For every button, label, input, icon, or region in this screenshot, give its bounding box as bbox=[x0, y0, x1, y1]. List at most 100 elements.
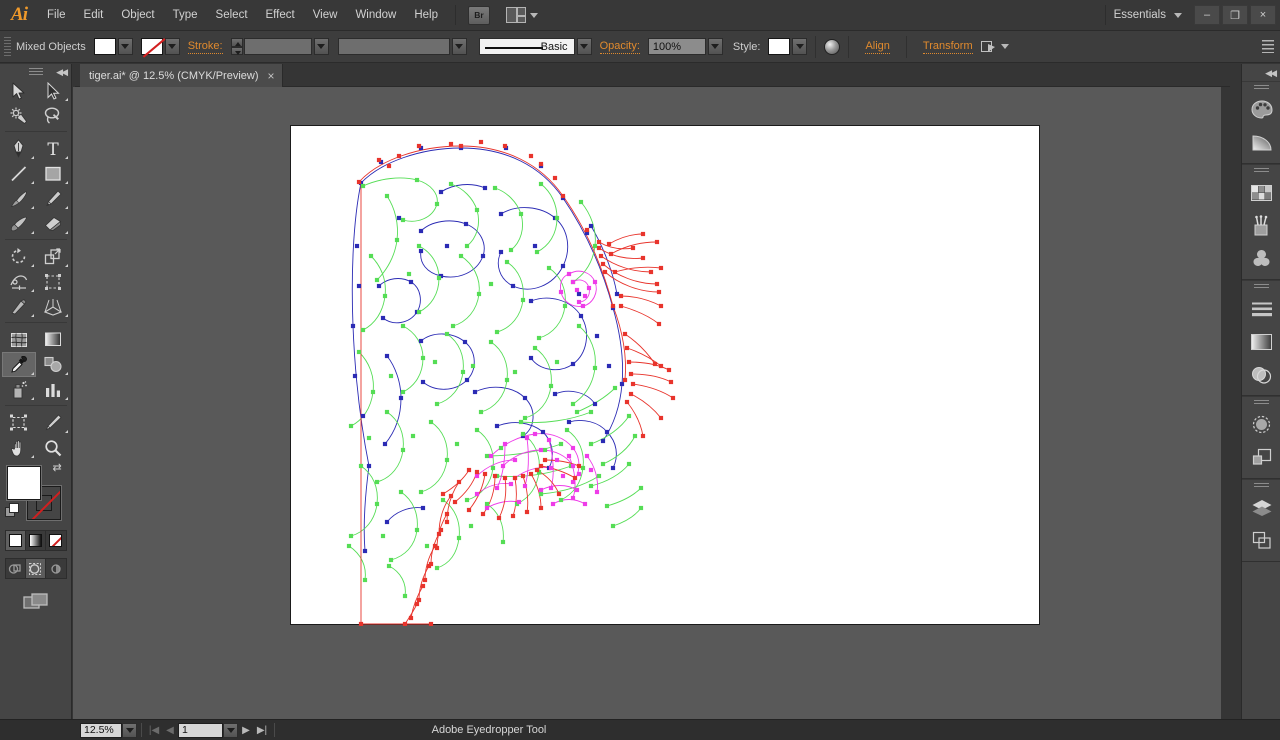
default-fill-stroke-icon[interactable] bbox=[4, 503, 19, 517]
workspace-switcher[interactable]: Essentials bbox=[1114, 9, 1170, 21]
paintbrush-tool[interactable] bbox=[2, 186, 36, 211]
minimize-button[interactable]: – bbox=[1194, 5, 1220, 25]
menu-window[interactable]: Window bbox=[346, 0, 405, 31]
close-icon[interactable]: × bbox=[268, 70, 275, 82]
control-bar-grip[interactable] bbox=[4, 36, 11, 57]
eraser-tool[interactable] bbox=[36, 211, 70, 236]
transparency-panel-icon[interactable] bbox=[1242, 358, 1280, 391]
opacity-field[interactable]: 100% bbox=[647, 38, 706, 55]
rotate-tool[interactable] bbox=[2, 244, 36, 269]
stroke-weight-field[interactable] bbox=[243, 38, 312, 55]
stroke-label[interactable]: Stroke: bbox=[187, 40, 223, 54]
swap-fill-stroke-icon[interactable]: ⇄ bbox=[53, 463, 66, 476]
eyedropper-tool[interactable] bbox=[1, 352, 36, 377]
fill-dropdown[interactable] bbox=[117, 38, 133, 55]
appearance-panel-icon[interactable] bbox=[1242, 408, 1280, 441]
pen-tool[interactable] bbox=[2, 136, 36, 161]
menu-view[interactable]: View bbox=[304, 0, 347, 31]
brush-definition-dropdown[interactable] bbox=[576, 38, 592, 55]
anti-alias-chevron-down-icon[interactable] bbox=[1000, 44, 1009, 49]
dock-group-grip[interactable] bbox=[1242, 480, 1280, 491]
zoom-level-field[interactable]: 12.5% bbox=[80, 722, 122, 738]
artboard-number-dropdown[interactable] bbox=[223, 722, 238, 738]
type-tool[interactable]: T bbox=[36, 136, 70, 161]
zoom-tool[interactable] bbox=[36, 435, 70, 460]
gradient-panel-icon[interactable] bbox=[1242, 325, 1280, 358]
artboard[interactable] bbox=[290, 125, 1040, 626]
screen-mode-button[interactable] bbox=[5, 589, 67, 615]
gradient-button[interactable] bbox=[26, 531, 47, 550]
menu-effect[interactable]: Effect bbox=[257, 0, 304, 31]
stroke-profile-dropdown[interactable] bbox=[451, 38, 467, 55]
brush-definition-field[interactable]: Basic bbox=[478, 38, 575, 55]
magic-wand-tool[interactable] bbox=[2, 103, 36, 128]
perspective-grid-tool[interactable] bbox=[36, 294, 70, 319]
direct-selection-tool[interactable] bbox=[36, 78, 70, 103]
color-button[interactable] bbox=[5, 531, 26, 550]
first-artboard-button[interactable]: |◀ bbox=[146, 721, 162, 739]
graphic-styles-panel-icon[interactable] bbox=[1242, 441, 1280, 474]
close-button[interactable]: × bbox=[1250, 5, 1276, 25]
artboard-number-field[interactable]: 1 bbox=[178, 722, 223, 738]
recolor-artwork-icon[interactable] bbox=[824, 38, 841, 55]
menu-select[interactable]: Select bbox=[207, 0, 257, 31]
blend-tool[interactable] bbox=[36, 352, 70, 377]
selection-tool[interactable] bbox=[2, 78, 36, 103]
anti-alias-icon[interactable] bbox=[980, 40, 997, 53]
document-tab[interactable]: tiger.ai* @ 12.5% (CMYK/Preview) × bbox=[80, 64, 283, 87]
stroke-weight-dropdown[interactable] bbox=[313, 38, 329, 55]
stroke-dropdown[interactable] bbox=[164, 38, 180, 55]
restore-button[interactable]: ❐ bbox=[1222, 5, 1248, 25]
control-panel-menu-icon[interactable] bbox=[1262, 40, 1274, 53]
collapse-tools-icon[interactable]: ◀◀ bbox=[56, 67, 68, 78]
opacity-label[interactable]: Opacity: bbox=[599, 40, 640, 54]
zoom-level-dropdown[interactable] bbox=[122, 722, 137, 738]
blob-brush-tool[interactable] bbox=[2, 211, 36, 236]
stroke-panel-icon[interactable] bbox=[1242, 292, 1280, 325]
dock-group-grip[interactable] bbox=[1242, 82, 1280, 93]
symbols-panel-icon[interactable] bbox=[1242, 242, 1280, 275]
width-tool[interactable] bbox=[2, 269, 36, 294]
dock-group-grip[interactable] bbox=[1242, 165, 1280, 176]
shape-builder-tool[interactable] bbox=[2, 294, 36, 319]
fill-color-indicator[interactable] bbox=[6, 466, 41, 500]
brushes-panel-icon[interactable] bbox=[1242, 209, 1280, 242]
scale-tool[interactable] bbox=[36, 244, 70, 269]
pencil-tool[interactable] bbox=[36, 186, 70, 211]
stroke-swatch[interactable] bbox=[140, 38, 163, 55]
slice-tool[interactable] bbox=[36, 410, 70, 435]
status-tool-name[interactable]: Adobe Eyedropper Tool bbox=[339, 724, 639, 736]
menu-file[interactable]: File bbox=[38, 0, 75, 31]
stroke-profile-field[interactable] bbox=[337, 38, 450, 55]
draw-inside-button[interactable] bbox=[46, 559, 65, 578]
symbol-sprayer-tool[interactable] bbox=[2, 377, 36, 402]
fill-swatch[interactable] bbox=[93, 38, 116, 55]
align-button[interactable]: Align bbox=[865, 40, 890, 54]
dock-group-grip[interactable] bbox=[1242, 281, 1280, 292]
artboard-tool[interactable] bbox=[2, 410, 36, 435]
last-artboard-button[interactable]: ▶| bbox=[254, 721, 270, 739]
lasso-tool[interactable] bbox=[36, 103, 70, 128]
column-graph-tool[interactable] bbox=[36, 377, 70, 402]
line-segment-tool[interactable] bbox=[2, 161, 36, 186]
transform-button[interactable]: Transform bbox=[922, 40, 973, 54]
canvas-area[interactable] bbox=[73, 87, 1221, 719]
mesh-tool[interactable] bbox=[2, 327, 36, 352]
stroke-weight-stepper[interactable] bbox=[230, 38, 243, 55]
rectangle-tool[interactable] bbox=[36, 161, 70, 186]
opacity-dropdown[interactable] bbox=[707, 38, 723, 55]
menu-type[interactable]: Type bbox=[164, 0, 207, 31]
swatches-panel-icon[interactable] bbox=[1242, 176, 1280, 209]
next-artboard-button[interactable]: ▶ bbox=[238, 721, 254, 739]
free-transform-tool[interactable] bbox=[36, 269, 70, 294]
none-button[interactable] bbox=[46, 531, 65, 550]
hand-tool[interactable] bbox=[2, 435, 36, 460]
workspace-chevron-down-icon[interactable] bbox=[1174, 12, 1182, 18]
bridge-button[interactable]: Br bbox=[468, 5, 490, 25]
expand-panels-icon[interactable]: ◀◀ bbox=[1265, 68, 1277, 79]
arrange-documents-button[interactable] bbox=[506, 7, 538, 23]
graphic-style-dropdown[interactable] bbox=[792, 38, 808, 55]
draw-normal-button[interactable] bbox=[6, 559, 26, 578]
previous-artboard-button[interactable]: ◀ bbox=[162, 721, 178, 739]
layers-panel-icon[interactable] bbox=[1242, 491, 1280, 524]
